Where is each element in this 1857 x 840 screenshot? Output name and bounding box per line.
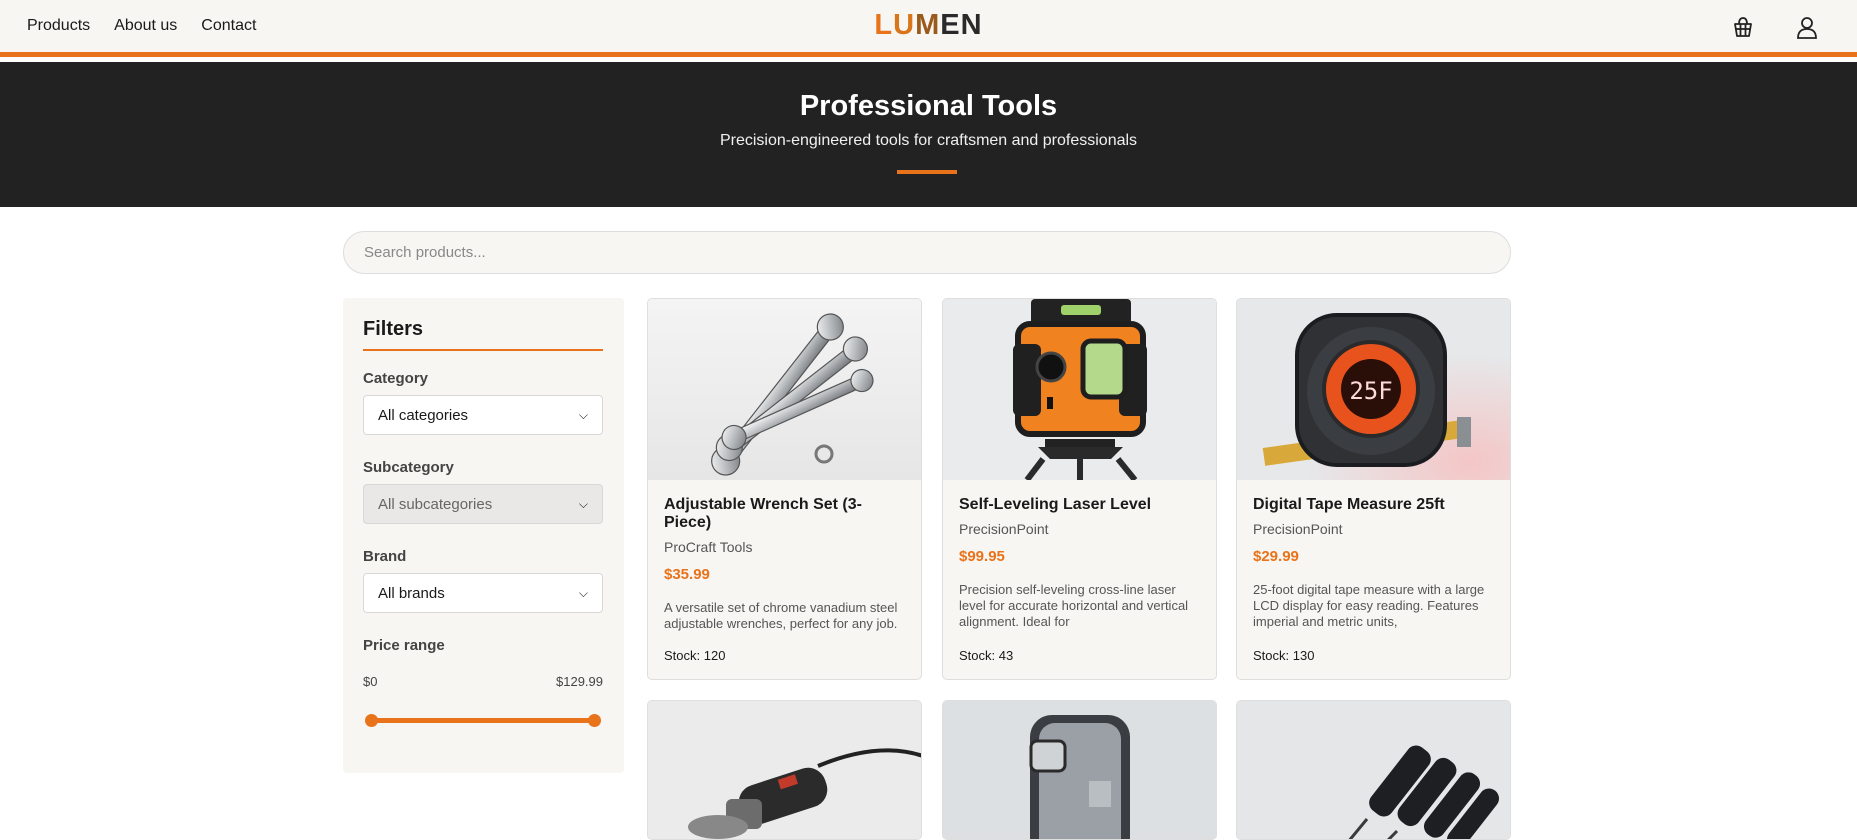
category-label: Category — [363, 370, 429, 387]
product-stock: Stock: 43 — [959, 648, 1014, 663]
logo-letter-1: L — [874, 9, 894, 41]
tape-display-text: 25F — [1349, 377, 1392, 405]
product-stock: Stock: 130 — [1253, 648, 1315, 663]
price-slider-max-handle[interactable] — [588, 714, 601, 727]
chevron-down-icon: ⌵ — [578, 407, 588, 422]
product-card[interactable]: 25F Digital Tape Measure 25ft PrecisionP… — [1236, 298, 1511, 680]
basket-icon[interactable] — [1730, 14, 1756, 40]
screwdriver-set-image — [1237, 701, 1510, 839]
filters-title: Filters — [363, 318, 603, 351]
laser-level-image — [943, 299, 1216, 480]
price-range-label: Price range — [363, 637, 445, 654]
filters-panel: Filters Category All categories ⌵ Subcat… — [343, 298, 624, 773]
hero-subtitle: Precision-engineered tools for craftsmen… — [719, 132, 1138, 149]
product-image[interactable] — [943, 299, 1216, 480]
user-icon[interactable] — [1794, 14, 1820, 40]
top-nav: Products About us Contact LUMEN — [0, 0, 1857, 57]
product-image[interactable] — [648, 299, 921, 480]
product-title[interactable]: Adjustable Wrench Set (3-Piece) — [664, 496, 909, 532]
product-description: 25-foot digital tape measure with a larg… — [1253, 582, 1485, 629]
product-price: $99.95 — [959, 548, 1005, 565]
logo-letter-4: EN — [940, 9, 983, 41]
angle-grinder-image — [648, 701, 921, 839]
product-card[interactable] — [1236, 700, 1511, 840]
chevron-down-icon: ⌵ — [578, 496, 588, 511]
brand-logo[interactable]: LUMEN — [0, 9, 1857, 42]
price-max-value: $129.99 — [556, 674, 603, 689]
logo-letter-2: U — [893, 9, 916, 41]
product-price: $29.99 — [1253, 548, 1299, 565]
product-description: Precision self-leveling cross-line laser… — [959, 582, 1189, 629]
product-card[interactable] — [647, 700, 922, 840]
product-description: A versatile set of chrome vanadium steel… — [664, 600, 898, 631]
product-image[interactable]: 25F — [1237, 299, 1510, 480]
hero-title: Professional Tools — [799, 90, 1058, 122]
subcategory-label: Subcategory — [363, 459, 454, 476]
stud-finder-image — [943, 701, 1216, 839]
wrench-set-image — [711, 313, 874, 476]
price-slider-min-handle[interactable] — [365, 714, 378, 727]
logo-letter-3: M — [915, 9, 941, 41]
price-slider-track[interactable] — [371, 718, 593, 723]
tape-measure-image: 25F — [1237, 299, 1510, 480]
category-select-value: All categories — [378, 406, 469, 424]
hero-banner: Professional Tools Precision-engineered … — [0, 62, 1857, 207]
subcategory-select-value: All subcategories — [378, 495, 493, 513]
product-price: $35.99 — [664, 566, 710, 583]
product-image[interactable] — [1237, 701, 1510, 839]
product-stock: Stock: 120 — [664, 648, 726, 663]
hero-divider — [897, 170, 957, 174]
product-image[interactable] — [943, 701, 1216, 839]
subcategory-select[interactable]: All subcategories ⌵ — [363, 484, 603, 524]
category-select[interactable]: All categories ⌵ — [363, 395, 603, 435]
brand-label: Brand — [363, 548, 407, 565]
product-brand: ProCraft Tools — [664, 539, 753, 555]
chevron-down-icon: ⌵ — [578, 585, 588, 600]
product-card[interactable]: Self-Leveling Laser Level PrecisionPoint… — [942, 298, 1217, 680]
search-input[interactable] — [343, 231, 1511, 274]
brand-select-value: All brands — [378, 584, 445, 602]
product-brand: PrecisionPoint — [1253, 521, 1343, 537]
price-min-value: $0 — [363, 674, 378, 689]
product-card[interactable] — [942, 700, 1217, 840]
product-brand: PrecisionPoint — [959, 521, 1049, 537]
product-card[interactable]: Adjustable Wrench Set (3-Piece) ProCraft… — [647, 298, 922, 680]
brand-select[interactable]: All brands ⌵ — [363, 573, 603, 613]
product-title[interactable]: Self-Leveling Laser Level — [959, 496, 1204, 514]
product-image[interactable] — [648, 701, 921, 839]
product-title[interactable]: Digital Tape Measure 25ft — [1253, 496, 1498, 514]
